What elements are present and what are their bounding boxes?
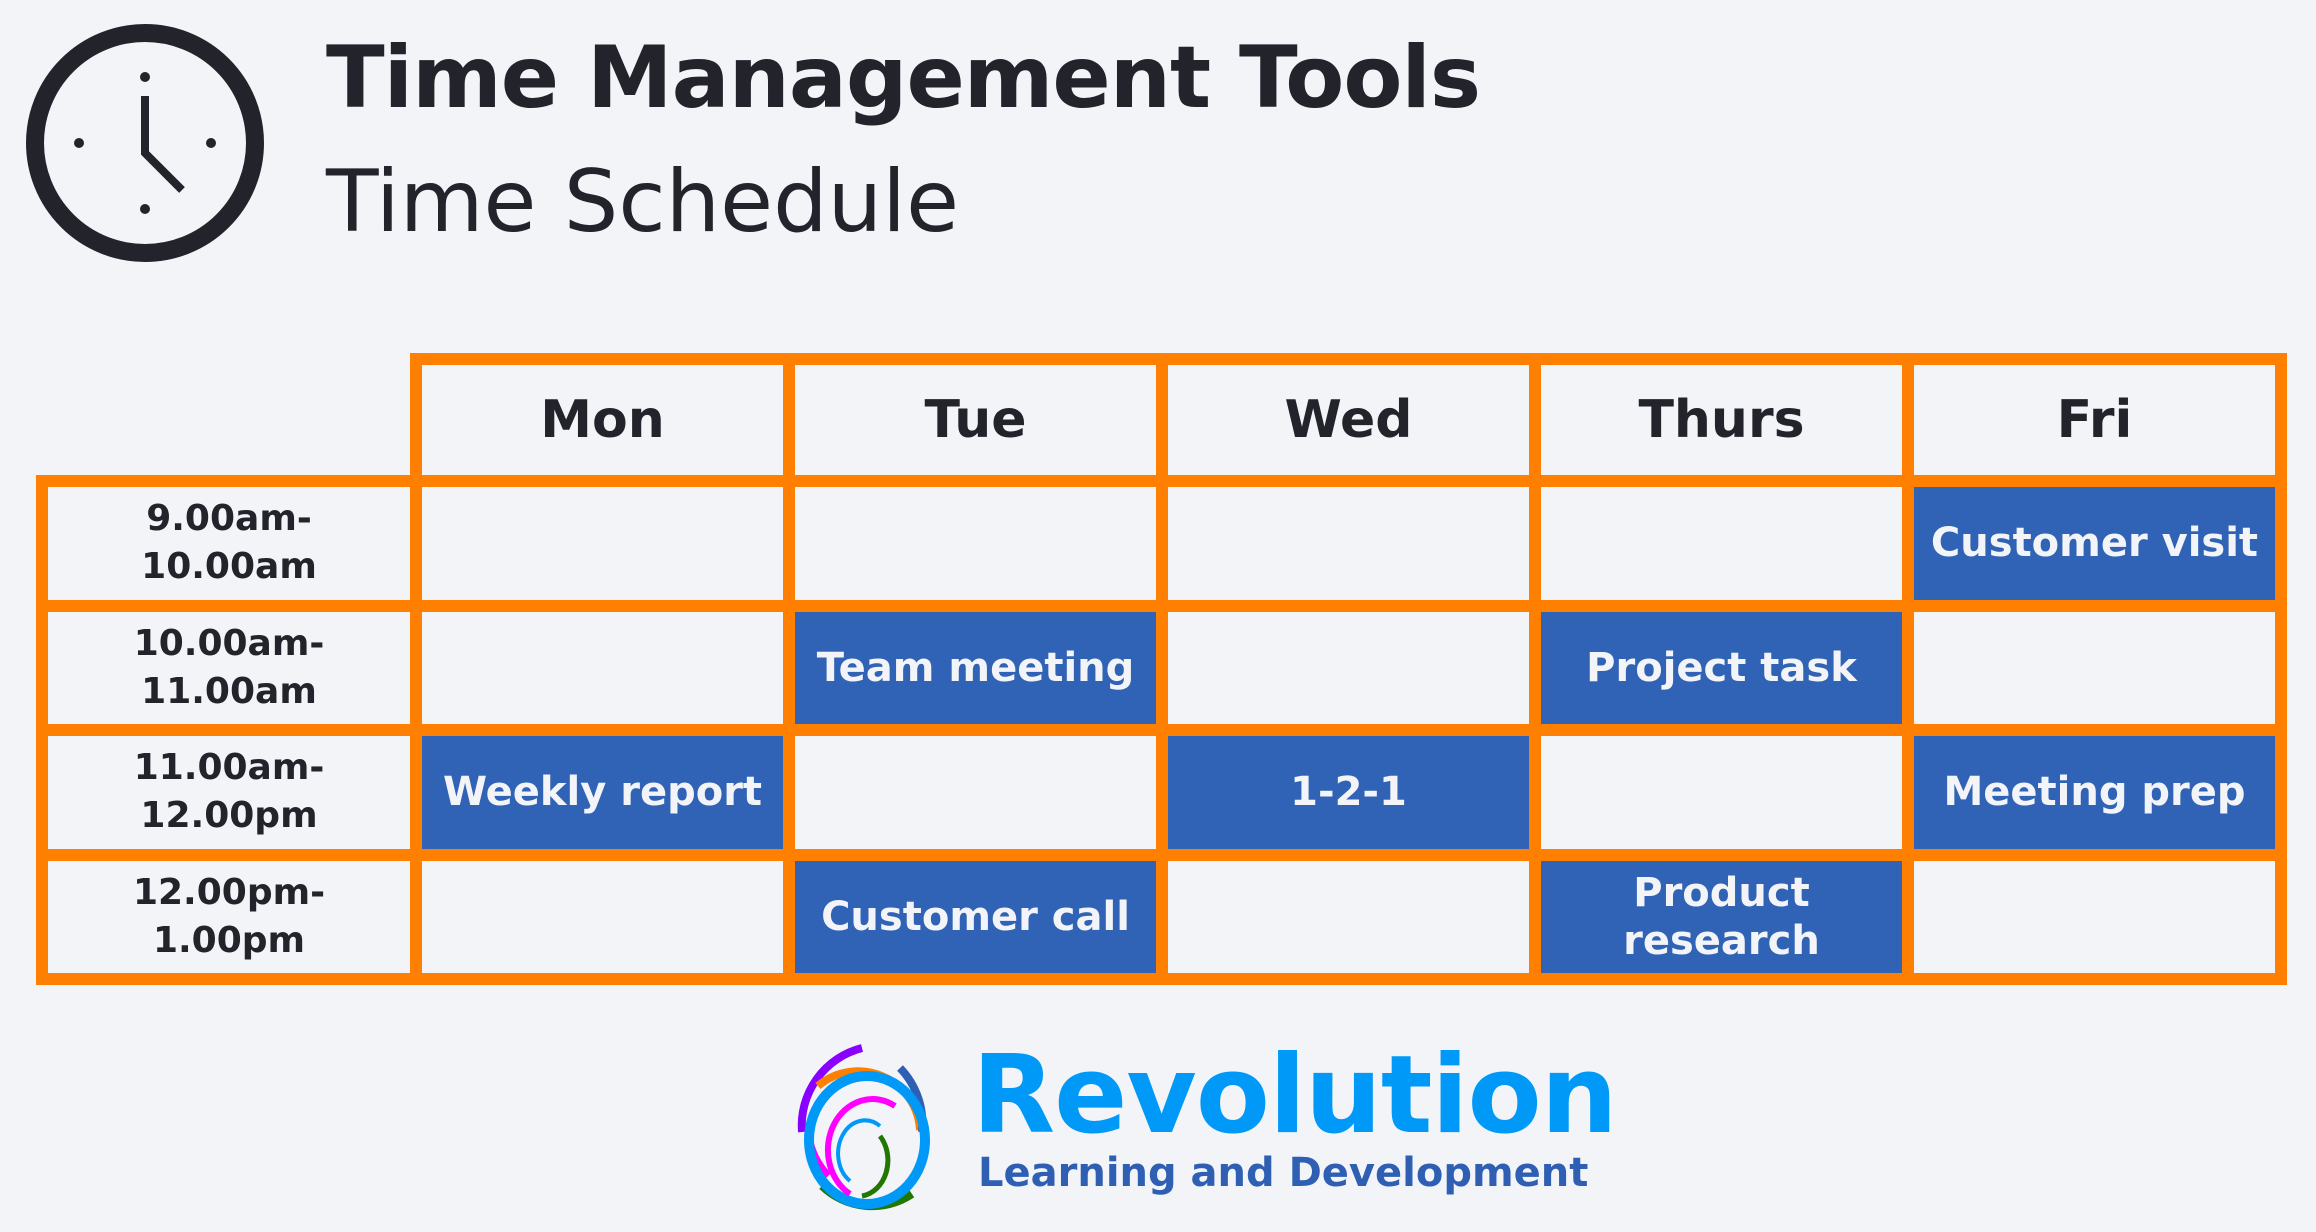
schedule-empty-cell[interactable]: [1902, 848, 2287, 985]
event-label: Team meeting: [816, 644, 1135, 691]
time-slot-label: 10.00am- 11.00am: [36, 599, 422, 736]
company-logo: Revolution Learning and Development: [790, 1036, 1618, 1216]
event-label: Meeting prep: [1943, 769, 2246, 816]
schedule-empty-cell[interactable]: [1529, 724, 1914, 861]
event-label: Customer visit: [1930, 520, 2259, 567]
logo-name: Revolution: [972, 1033, 1618, 1158]
day-label: Wed: [1284, 390, 1413, 450]
time-range: 10.00am- 11.00am: [134, 620, 325, 716]
time-slot-label: 12.00pm- 1.00pm: [36, 848, 422, 985]
day-header: Fri: [1902, 353, 2287, 487]
page-title: Time Management Tools: [326, 28, 1481, 128]
time-range: 11.00am- 12.00pm: [134, 744, 325, 840]
day-header: Wed: [1156, 353, 1541, 487]
schedule-empty-cell[interactable]: [783, 724, 1168, 861]
time-slot-label: 11.00am- 12.00pm: [36, 724, 422, 861]
event-label: 1-2-1: [1290, 769, 1407, 816]
day-header: Tue: [783, 353, 1168, 487]
time-start: 12.00pm-: [132, 871, 326, 913]
schedule-event-cell[interactable]: Team meeting: [783, 599, 1168, 736]
time-start: 10.00am-: [133, 622, 325, 664]
event-label: Customer call: [821, 893, 1130, 940]
schedule-empty-cell[interactable]: [1902, 599, 2287, 736]
time-end: 1.00pm: [152, 919, 306, 961]
schedule-empty-cell[interactable]: [410, 599, 795, 736]
event-label: Product research: [1623, 869, 1820, 964]
schedule-event-cell[interactable]: Project task: [1529, 599, 1914, 736]
time-range: 12.00pm- 1.00pm: [133, 869, 325, 965]
time-start: 9.00am-: [146, 498, 312, 540]
schedule-table: Mon Tue Wed Thurs Fri 9.00am- 10.00am Customer …: [36, 353, 2287, 985]
schedule-empty-cell[interactable]: [410, 475, 795, 612]
schedule-empty-cell[interactable]: [1529, 475, 1914, 612]
page-subtitle: Time Schedule: [326, 152, 959, 252]
schedule-event-cell[interactable]: Weekly report: [410, 724, 795, 861]
time-end: 12.00pm: [140, 795, 318, 837]
day-header: Thurs: [1529, 353, 1914, 487]
event-label: Weekly report: [442, 769, 763, 816]
event-label: Project task: [1586, 644, 1857, 691]
day-label: Tue: [924, 390, 1027, 450]
schedule-event-cell[interactable]: Customer visit: [1902, 475, 2287, 612]
time-range: 9.00am- 10.00am: [141, 495, 317, 591]
clock-icon: [26, 24, 264, 262]
schedule-empty-cell[interactable]: [1156, 475, 1541, 612]
revolution-swirl-logo-icon: [797, 1044, 930, 1211]
schedule-empty-cell[interactable]: [410, 848, 795, 985]
time-end: 11.00am: [141, 670, 317, 712]
day-label: Fri: [2056, 390, 2133, 450]
logo-tagline: Learning and Development: [978, 1150, 1589, 1196]
schedule-empty-cell[interactable]: [1156, 848, 1541, 985]
schedule-empty-cell[interactable]: [783, 475, 1168, 612]
day-label: Thurs: [1638, 390, 1805, 450]
time-slot-label: 9.00am- 10.00am: [36, 475, 422, 612]
time-end: 10.00am: [141, 546, 317, 588]
schedule-event-cell[interactable]: Product research: [1529, 848, 1914, 985]
schedule-event-cell[interactable]: Meeting prep: [1902, 724, 2287, 861]
schedule-event-cell[interactable]: Customer call: [783, 848, 1168, 985]
day-label: Mon: [540, 390, 665, 450]
time-start: 11.00am-: [133, 747, 325, 789]
day-header: Mon: [410, 353, 795, 487]
schedule-empty-cell[interactable]: [1156, 599, 1541, 736]
schedule-event-cell[interactable]: 1-2-1: [1156, 724, 1541, 861]
